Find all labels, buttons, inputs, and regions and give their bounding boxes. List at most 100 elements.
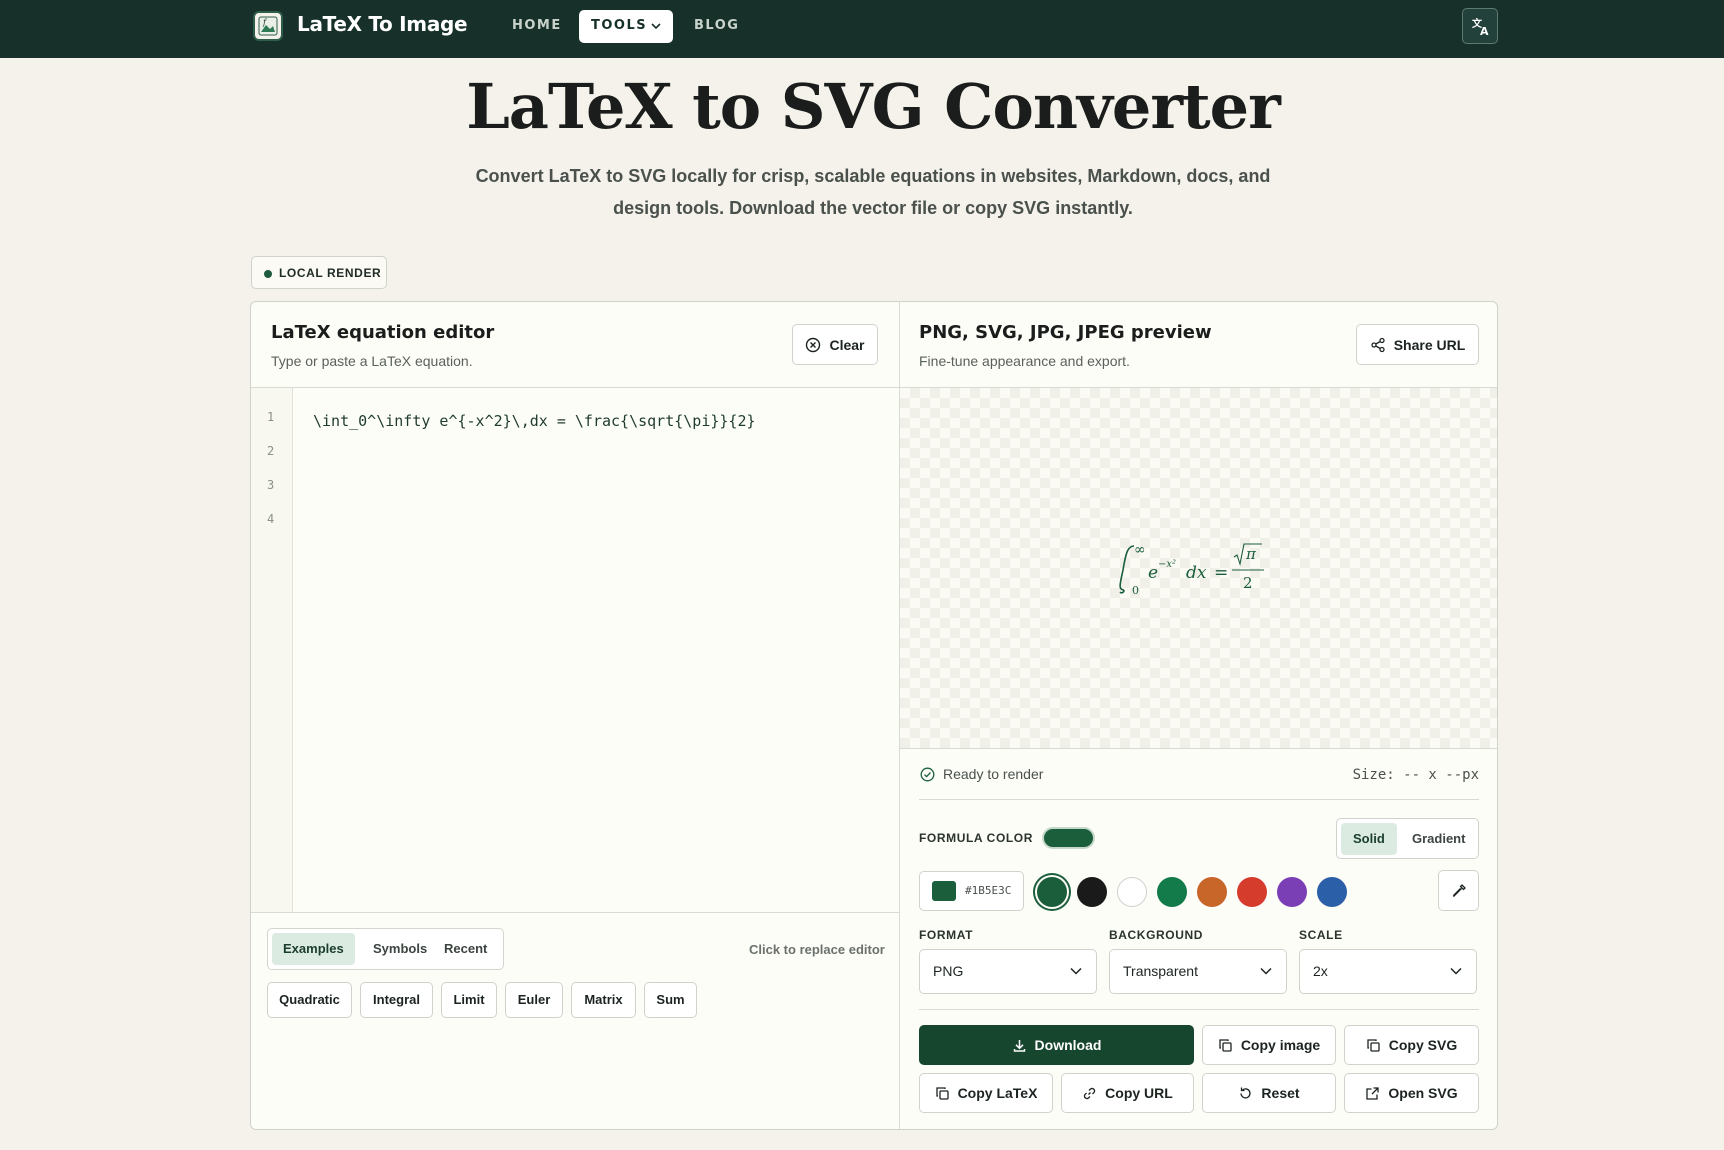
scale-value: 2x: [1313, 963, 1328, 979]
background-label: BACKGROUND: [1109, 928, 1203, 942]
nav-tools-dropdown[interactable]: TOOLS: [579, 10, 673, 43]
rendered-formula: ∞ 0 e −x² dx = π 2: [1119, 542, 1264, 597]
line-number: 4: [267, 512, 275, 526]
editor-tabs: Examples Symbols Recent: [267, 928, 504, 970]
copy-latex-label: Copy LaTeX: [957, 1085, 1038, 1101]
size-readout: Size: -- x --px: [1352, 767, 1479, 783]
chevron-down-icon: [1260, 967, 1272, 975]
format-value: PNG: [933, 963, 964, 979]
language-button[interactable]: 文 A: [1462, 8, 1498, 44]
tab-examples[interactable]: Examples: [272, 933, 355, 965]
open-svg-label: Open SVG: [1388, 1085, 1458, 1101]
copy-url-button[interactable]: Copy URL: [1061, 1073, 1194, 1113]
color-swatch-black[interactable]: [1077, 877, 1107, 907]
editor-header-divider: [251, 387, 899, 388]
svg-text:e: e: [1148, 563, 1158, 583]
background-select[interactable]: Transparent: [1109, 949, 1287, 994]
color-swatch-red[interactable]: [1237, 877, 1267, 907]
download-icon: [1013, 1039, 1025, 1052]
hex-color-input[interactable]: #1B5E3C: [919, 871, 1024, 911]
svg-text:−x²: −x²: [1158, 559, 1176, 570]
reset-icon: [1240, 1087, 1252, 1098]
chevron-down-icon: [1070, 967, 1082, 975]
check-circle-icon: [920, 767, 935, 781]
actions-divider: [919, 1009, 1479, 1010]
example-chip-sum[interactable]: Sum: [644, 982, 697, 1018]
scale-label: SCALE: [1299, 928, 1343, 942]
example-chip-limit[interactable]: Limit: [441, 982, 497, 1018]
format-select[interactable]: PNG: [919, 949, 1097, 994]
download-button[interactable]: Download: [919, 1025, 1194, 1065]
local-render-label: LOCAL RENDER: [279, 266, 382, 280]
svg-text:2: 2: [1243, 574, 1253, 592]
converter-panel: LaTeX equation editor Type or paste a La…: [250, 301, 1498, 1130]
scale-select[interactable]: 2x: [1299, 949, 1477, 994]
format-label: FORMAT: [919, 928, 974, 942]
color-mode-solid[interactable]: Solid: [1341, 823, 1397, 855]
color-swatch-blue[interactable]: [1317, 877, 1347, 907]
nav-blog[interactable]: BLOG: [694, 18, 739, 33]
line-number-gutter: 1 2 3 4: [251, 388, 293, 912]
tab-symbols[interactable]: Symbols: [362, 933, 438, 965]
color-swatch-orange[interactable]: [1197, 877, 1227, 907]
clear-label: Clear: [829, 336, 865, 353]
editor-title: LaTeX equation editor: [271, 322, 495, 343]
copy-icon: [935, 1086, 949, 1100]
eyedropper-button[interactable]: [1438, 870, 1479, 911]
reset-label: Reset: [1261, 1085, 1300, 1101]
status-divider: [919, 799, 1479, 800]
copy-url-label: Copy URL: [1105, 1085, 1173, 1101]
color-swatch-white[interactable]: [1117, 877, 1147, 907]
page-title: LaTeX to SVG Converter: [466, 70, 1281, 143]
color-swatch-green-dark[interactable]: [1037, 877, 1067, 907]
page-subtitle: Convert LaTeX to SVG locally for crisp, …: [475, 166, 1271, 218]
copy-image-label: Copy image: [1240, 1037, 1321, 1053]
share-icon: [1371, 337, 1385, 352]
chevron-down-icon: [651, 23, 661, 30]
example-chip-euler[interactable]: Euler: [505, 982, 563, 1018]
chevron-down-icon: [1450, 967, 1462, 975]
preview-title: PNG, SVG, JPG, JPEG preview: [919, 322, 1212, 343]
preview-subtitle: Fine-tune appearance and export.: [919, 353, 1130, 369]
download-label: Download: [1034, 1037, 1102, 1053]
background-value: Transparent: [1123, 963, 1198, 979]
open-svg-button[interactable]: Open SVG: [1344, 1073, 1479, 1113]
copy-svg-label: Copy SVG: [1388, 1037, 1458, 1053]
example-chip-integral[interactable]: Integral: [360, 982, 433, 1018]
render-status: Ready to render: [920, 766, 1043, 782]
clear-button[interactable]: Clear: [792, 324, 878, 365]
translate-icon: 文 A: [1472, 17, 1489, 37]
brand-name[interactable]: LaTeX To Image: [297, 12, 468, 36]
example-chip-matrix[interactable]: Matrix: [571, 982, 636, 1018]
formula-color-pill[interactable]: [1042, 827, 1095, 849]
share-url-button[interactable]: Share URL: [1356, 324, 1479, 365]
line-number: 3: [267, 478, 275, 492]
nav-tools-label: TOOLS: [591, 18, 648, 33]
latex-code-input[interactable]: \int_0^\infty e^{-x^2}\,dx = \frac{\sqrt…: [313, 412, 756, 430]
hex-color-value: #1B5E3C: [965, 884, 1012, 897]
link-icon: [1084, 1087, 1096, 1099]
svg-text:0: 0: [1132, 584, 1139, 597]
copy-latex-button[interactable]: Copy LaTeX: [919, 1073, 1053, 1113]
editor-subtitle: Type or paste a LaTeX equation.: [271, 353, 473, 369]
example-chip-quadratic[interactable]: Quadratic: [267, 982, 352, 1018]
replace-hint: Click to replace editor: [749, 942, 885, 957]
line-number: 1: [267, 410, 275, 424]
copy-image-button[interactable]: Copy image: [1202, 1025, 1336, 1065]
color-swatch-green[interactable]: [1157, 877, 1187, 907]
status-dot-icon: [264, 270, 272, 278]
color-swatch-purple[interactable]: [1277, 877, 1307, 907]
tab-recent[interactable]: Recent: [433, 933, 498, 965]
copy-svg-button[interactable]: Copy SVG: [1344, 1025, 1479, 1065]
hex-color-swatch: [932, 881, 956, 901]
logo-icon[interactable]: f: [253, 11, 283, 41]
formula-color-label: FORMULA COLOR: [919, 831, 1034, 845]
color-mode-gradient[interactable]: Gradient: [1400, 823, 1477, 855]
svg-text:∞: ∞: [1134, 542, 1146, 558]
svg-text:π: π: [1245, 545, 1257, 563]
reset-button[interactable]: Reset: [1202, 1073, 1336, 1113]
nav-home[interactable]: HOME: [512, 18, 562, 33]
top-navbar: f LaTeX To Image HOME TOOLS BLOG 文 A: [0, 0, 1724, 58]
copy-icon: [1367, 1038, 1380, 1052]
close-circle-icon: [806, 337, 821, 352]
